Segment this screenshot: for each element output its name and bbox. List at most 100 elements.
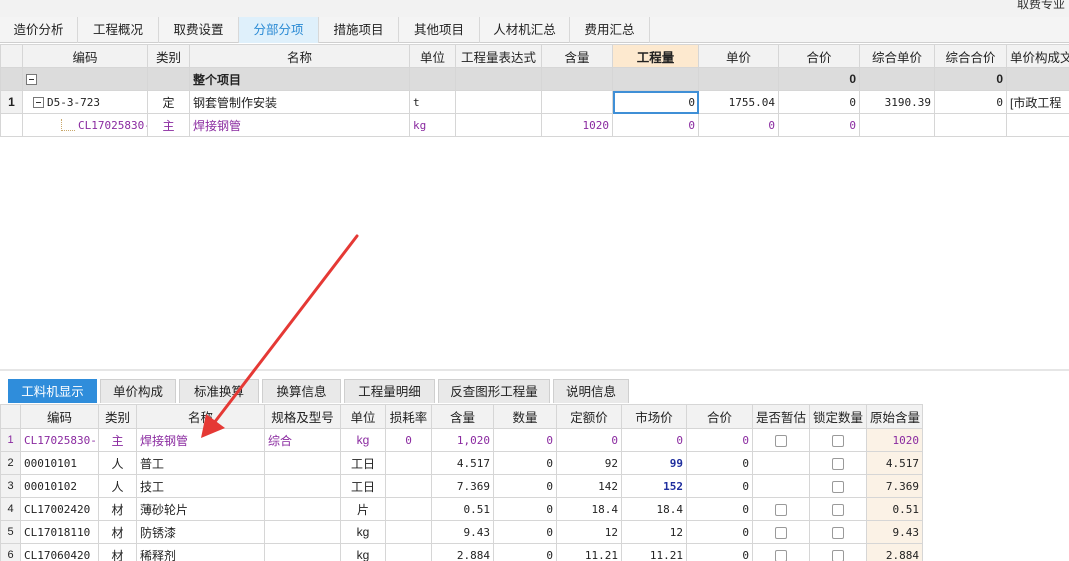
cell-content[interactable]: 0.51 bbox=[431, 497, 494, 521]
col-header-unit[interactable]: 单位 bbox=[409, 44, 456, 68]
cell-price-composition[interactable]: [市政工程 bbox=[1006, 90, 1069, 114]
cell-total[interactable]: 0 bbox=[778, 90, 860, 114]
tab-standard-conversion[interactable]: 标准换算 bbox=[179, 379, 259, 403]
cell-unit[interactable]: t bbox=[409, 90, 456, 114]
cell-quantity[interactable]: 0 bbox=[612, 113, 699, 137]
cell-loss-rate[interactable]: 0 bbox=[385, 428, 432, 452]
cell-lock-qty[interactable] bbox=[809, 520, 867, 544]
cell-name[interactable]: 防锈漆 bbox=[136, 520, 265, 544]
lock-qty-checkbox[interactable] bbox=[832, 457, 844, 470]
cell-original-content[interactable]: 0.51 bbox=[866, 497, 923, 521]
collapse-icon[interactable] bbox=[33, 97, 44, 108]
col-header-content[interactable]: 含量 bbox=[431, 404, 494, 429]
col-header-type[interactable]: 类别 bbox=[147, 44, 190, 68]
cell-amount[interactable]: 0 bbox=[493, 520, 557, 544]
cell-name[interactable]: 薄砂轮片 bbox=[136, 497, 265, 521]
cell-composite-unit-price[interactable] bbox=[859, 113, 935, 137]
col-header-provisional[interactable]: 是否暂估 bbox=[752, 404, 810, 429]
cell-provisional[interactable] bbox=[752, 451, 810, 475]
tab-reverse-graphic-quantity[interactable]: 反查图形工程量 bbox=[438, 379, 550, 403]
cell-name[interactable]: 普工 bbox=[136, 451, 265, 475]
cell-spec[interactable] bbox=[264, 497, 341, 521]
cell-total[interactable]: 0 bbox=[686, 428, 753, 452]
table-row[interactable]: 2 00010101 人普工 工日 4.517 0 92 99 0 4.517 bbox=[0, 451, 923, 475]
panel-splitter[interactable] bbox=[0, 369, 1069, 371]
col-header-unit[interactable]: 单位 bbox=[340, 404, 386, 429]
tab-cost-analysis[interactable]: 造价分析 bbox=[0, 17, 78, 43]
cell-composite-total[interactable]: 0 bbox=[934, 90, 1007, 114]
cell-original-content[interactable]: 1020 bbox=[866, 428, 923, 452]
cell-lock-qty[interactable] bbox=[809, 428, 867, 452]
cell-code[interactable]: CL17025830-1 bbox=[20, 428, 99, 452]
col-header-composite-unit-price[interactable]: 综合单价 bbox=[859, 44, 935, 68]
provisional-checkbox[interactable] bbox=[775, 526, 787, 539]
tab-fee-summary[interactable]: 费用汇总 bbox=[570, 17, 650, 43]
col-header-name[interactable]: 名称 bbox=[136, 404, 265, 429]
cell-code[interactable]: CL17018110 bbox=[20, 520, 99, 544]
cell-amount[interactable]: 0 bbox=[493, 428, 557, 452]
col-header-market-price[interactable]: 市场价 bbox=[621, 404, 687, 429]
cell-type[interactable]: 材 bbox=[98, 520, 137, 544]
cell-quota-price[interactable]: 18.4 bbox=[556, 497, 622, 521]
cell-type[interactable]: 主 bbox=[147, 113, 190, 137]
cell-composite-total[interactable] bbox=[934, 113, 1007, 137]
cell-lock-qty[interactable] bbox=[809, 451, 867, 475]
cell-market-price[interactable]: 152 bbox=[621, 474, 687, 498]
col-header-price-composition[interactable]: 单价构成文 bbox=[1006, 44, 1069, 68]
table-row[interactable]: 1 CL17025830-1 主焊接钢管 综合 kg 0 1,020 0 0 0 0 1020 bbox=[0, 428, 923, 452]
cell-provisional[interactable] bbox=[752, 474, 810, 498]
cell-spec[interactable] bbox=[264, 451, 341, 475]
cell-unit-price[interactable]: 0 bbox=[698, 113, 779, 137]
col-header-quantity[interactable]: 工程量 bbox=[612, 44, 699, 68]
cell-total[interactable]: 0 bbox=[686, 520, 753, 544]
cell-name[interactable]: 技工 bbox=[136, 474, 265, 498]
cell-loss-rate[interactable] bbox=[385, 474, 432, 498]
cell-content[interactable]: 7.369 bbox=[431, 474, 494, 498]
cell-total[interactable]: 0 bbox=[686, 474, 753, 498]
cell-market-price[interactable]: 18.4 bbox=[621, 497, 687, 521]
cell-unit[interactable]: kg bbox=[340, 520, 386, 544]
cell-quota-price[interactable]: 12 bbox=[556, 520, 622, 544]
cell-type[interactable]: 材 bbox=[98, 497, 137, 521]
cell-code[interactable]: D5-3-723 bbox=[22, 90, 148, 114]
cell-amount[interactable]: 0 bbox=[493, 451, 557, 475]
cell-code[interactable]: CL17002420 bbox=[20, 497, 99, 521]
cell-original-content[interactable]: 4.517 bbox=[866, 451, 923, 475]
table-row[interactable]: 1 D5-3-723 定 钢套管制作安装 t 0 1755.04 0 3190.… bbox=[0, 90, 1069, 114]
table-row[interactable]: 5 CL17018110 材防锈漆 kg 9.43 0 12 12 0 9.43 bbox=[0, 520, 923, 544]
lock-qty-checkbox[interactable] bbox=[832, 480, 844, 493]
cell-unit[interactable]: kg bbox=[340, 543, 386, 561]
tab-conversion-info[interactable]: 换算信息 bbox=[262, 379, 341, 403]
lock-qty-checkbox[interactable] bbox=[832, 434, 844, 447]
cell-original-content[interactable]: 9.43 bbox=[866, 520, 923, 544]
cell-market-price[interactable]: 11.21 bbox=[621, 543, 687, 561]
cell-spec[interactable] bbox=[264, 543, 341, 561]
cell-loss-rate[interactable] bbox=[385, 543, 432, 561]
cell-quota-price[interactable]: 0 bbox=[556, 428, 622, 452]
col-header-amount[interactable]: 数量 bbox=[493, 404, 557, 429]
cell-quota-price[interactable]: 142 bbox=[556, 474, 622, 498]
cell-content[interactable]: 4.517 bbox=[431, 451, 494, 475]
tab-labor-material-display[interactable]: 工料机显示 bbox=[8, 379, 97, 403]
cell-provisional[interactable] bbox=[752, 520, 810, 544]
col-header-code[interactable]: 编码 bbox=[20, 404, 99, 429]
cell-type[interactable]: 定 bbox=[147, 90, 190, 114]
collapse-icon[interactable] bbox=[26, 74, 37, 86]
col-header-type[interactable]: 类别 bbox=[98, 404, 137, 429]
tab-division-items[interactable]: 分部分项 bbox=[239, 17, 319, 43]
cell-name[interactable]: 稀释剂 bbox=[136, 543, 265, 561]
tab-fee-settings[interactable]: 取费设置 bbox=[159, 17, 239, 43]
tab-labor-material-summary[interactable]: 人材机汇总 bbox=[480, 17, 570, 43]
cell-lock-qty[interactable] bbox=[809, 474, 867, 498]
col-header-quota-price[interactable]: 定额价 bbox=[556, 404, 622, 429]
grand-total-row[interactable]: 整个项目 0 0 bbox=[0, 67, 1069, 91]
cell-content[interactable]: 2.884 bbox=[431, 543, 494, 561]
provisional-checkbox[interactable] bbox=[775, 549, 787, 561]
cell-market-price[interactable]: 0 bbox=[621, 428, 687, 452]
tab-project-overview[interactable]: 工程概况 bbox=[78, 17, 159, 43]
cell-amount[interactable]: 0 bbox=[493, 474, 557, 498]
cell-code[interactable]: CL17025830-1 bbox=[22, 113, 148, 137]
cell-code[interactable]: 00010102 bbox=[20, 474, 99, 498]
cell-loss-rate[interactable] bbox=[385, 520, 432, 544]
cell-unit[interactable]: kg bbox=[409, 113, 456, 137]
